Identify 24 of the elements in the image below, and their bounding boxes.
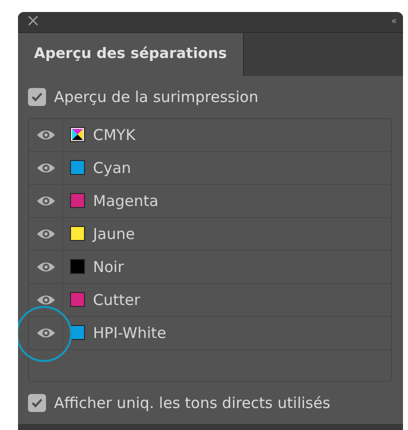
separation-name[interactable]: Cyan xyxy=(93,158,132,176)
checkbox-label: Afficher uniq. les tons directs utilisés xyxy=(54,394,330,412)
separation-name[interactable]: Jaune xyxy=(93,224,135,242)
collapse-button[interactable]: ‹‹ xyxy=(391,16,395,28)
cmyk-swatch-icon xyxy=(70,127,85,142)
separation-name[interactable]: CMYK xyxy=(93,126,136,144)
separation-name[interactable]: Noir xyxy=(93,258,124,276)
eye-icon[interactable] xyxy=(36,128,56,140)
eye-icon[interactable] xyxy=(36,194,56,206)
checkbox-label: Aperçu de la surimpression xyxy=(54,88,258,106)
checkmark-icon xyxy=(31,398,43,408)
separation-name[interactable]: Magenta xyxy=(93,192,158,210)
checkbox[interactable] xyxy=(28,88,46,106)
panel-tab[interactable]: Aperçu des séparations xyxy=(18,32,244,76)
eye-icon[interactable] xyxy=(36,228,56,240)
separation-name[interactable]: HPI-White xyxy=(93,324,166,342)
eye-icon[interactable] xyxy=(36,162,56,174)
close-button[interactable]: × xyxy=(26,13,40,30)
separation-name[interactable]: Cutter xyxy=(93,290,140,308)
checkmark-icon xyxy=(31,92,43,102)
eye-icon[interactable] xyxy=(36,294,56,306)
eye-icon[interactable] xyxy=(36,260,56,272)
eye-icon[interactable] xyxy=(36,326,56,338)
checkbox[interactable] xyxy=(28,394,46,412)
